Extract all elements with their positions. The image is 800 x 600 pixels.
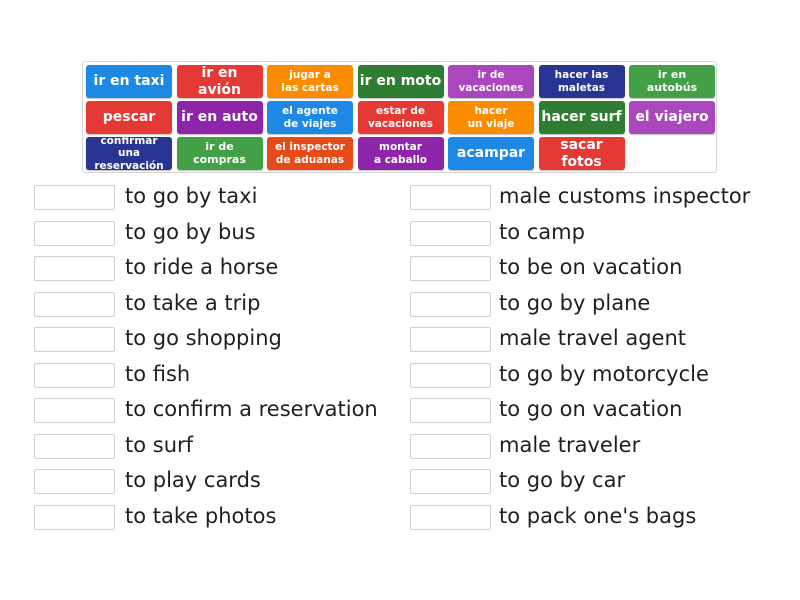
prompt-label: to ride a horse [125,255,279,279]
prompt-label: male traveler [499,432,641,457]
prompt-label: to fish [125,361,191,386]
drop-slot[interactable] [34,362,115,388]
answer-tile[interactable]: sacar fotos [538,137,625,170]
prompt-label: to go by plane [499,290,651,315]
drop-slot[interactable] [410,362,491,388]
drop-slot[interactable] [410,433,491,459]
drop-slot[interactable] [34,433,115,459]
prompt-label: to play cards [125,468,261,492]
drop-slot[interactable] [34,185,115,210]
answer-tile[interactable]: hacer un viaje [448,101,534,134]
drop-slot[interactable] [410,327,491,352]
drop-slot[interactable] [410,220,491,246]
prompt-label: to go by motorcycle [499,361,709,386]
answer-tile[interactable]: ir en auto [176,101,263,134]
answer-tile[interactable]: el agente de viajes [267,101,353,134]
tile-bank: ir en taxi ir en avión jugar a las cartas i… [82,61,717,173]
prompt-label: to go by taxi [125,184,258,208]
prompt-label: to take a trip [125,290,261,315]
prompt-label: to go on vacation [499,397,683,421]
prompt-label: to go shopping [125,326,282,350]
answer-tile[interactable]: ir en avión [176,65,263,98]
prompt-label: to confirm a reservation [125,397,378,421]
drop-slot[interactable] [410,291,491,317]
prompt-label: to go by bus [125,219,256,244]
prompt-label: to surf [125,432,194,457]
answer-tile[interactable]: ir de compras [176,137,263,170]
answer-tile[interactable]: ir en moto [357,65,444,98]
drop-slot[interactable] [410,256,491,281]
answer-tile[interactable]: confirmar una reservación [86,135,172,172]
drop-slot[interactable] [410,504,491,530]
answer-tile[interactable]: jugar a las cartas [267,65,353,98]
drop-slot[interactable] [410,469,491,494]
prompt-label: to go by car [499,468,626,492]
answer-tile[interactable]: montar a caballo [357,137,444,170]
drop-slot[interactable] [410,185,491,210]
answer-tile[interactable]: ir de vacaciones [448,65,534,98]
drop-slot[interactable] [34,504,115,530]
drop-slot[interactable] [34,327,115,352]
drop-slot[interactable] [34,291,115,317]
prompt-label: to pack one's bags [499,503,697,528]
prompt-label: to be on vacation [499,255,683,279]
answer-tile[interactable]: el inspector de aduanas [267,137,353,170]
drop-slot[interactable] [34,220,115,246]
prompt-label: to camp [499,219,585,244]
answer-tile[interactable]: ir en autobús [629,65,715,98]
answer-tile[interactable]: el viajero [629,101,715,134]
prompt-label: to take photos [125,503,277,528]
drop-slot[interactable] [34,256,115,281]
prompt-label: male travel agent [499,326,687,350]
answer-tile[interactable]: acampar [448,137,534,170]
answer-tile[interactable]: hacer surf [538,101,625,134]
prompt-label: male customs inspector [499,184,751,208]
answer-tile[interactable]: ir en taxi [86,65,172,98]
answer-tile[interactable]: hacer las maletas [538,65,625,98]
drop-slot[interactable] [410,398,491,423]
answer-tile[interactable]: pescar [86,101,172,134]
drop-slot[interactable] [34,469,115,494]
drop-slot[interactable] [34,398,115,423]
answer-tile[interactable]: estar de vacaciones [357,101,444,134]
